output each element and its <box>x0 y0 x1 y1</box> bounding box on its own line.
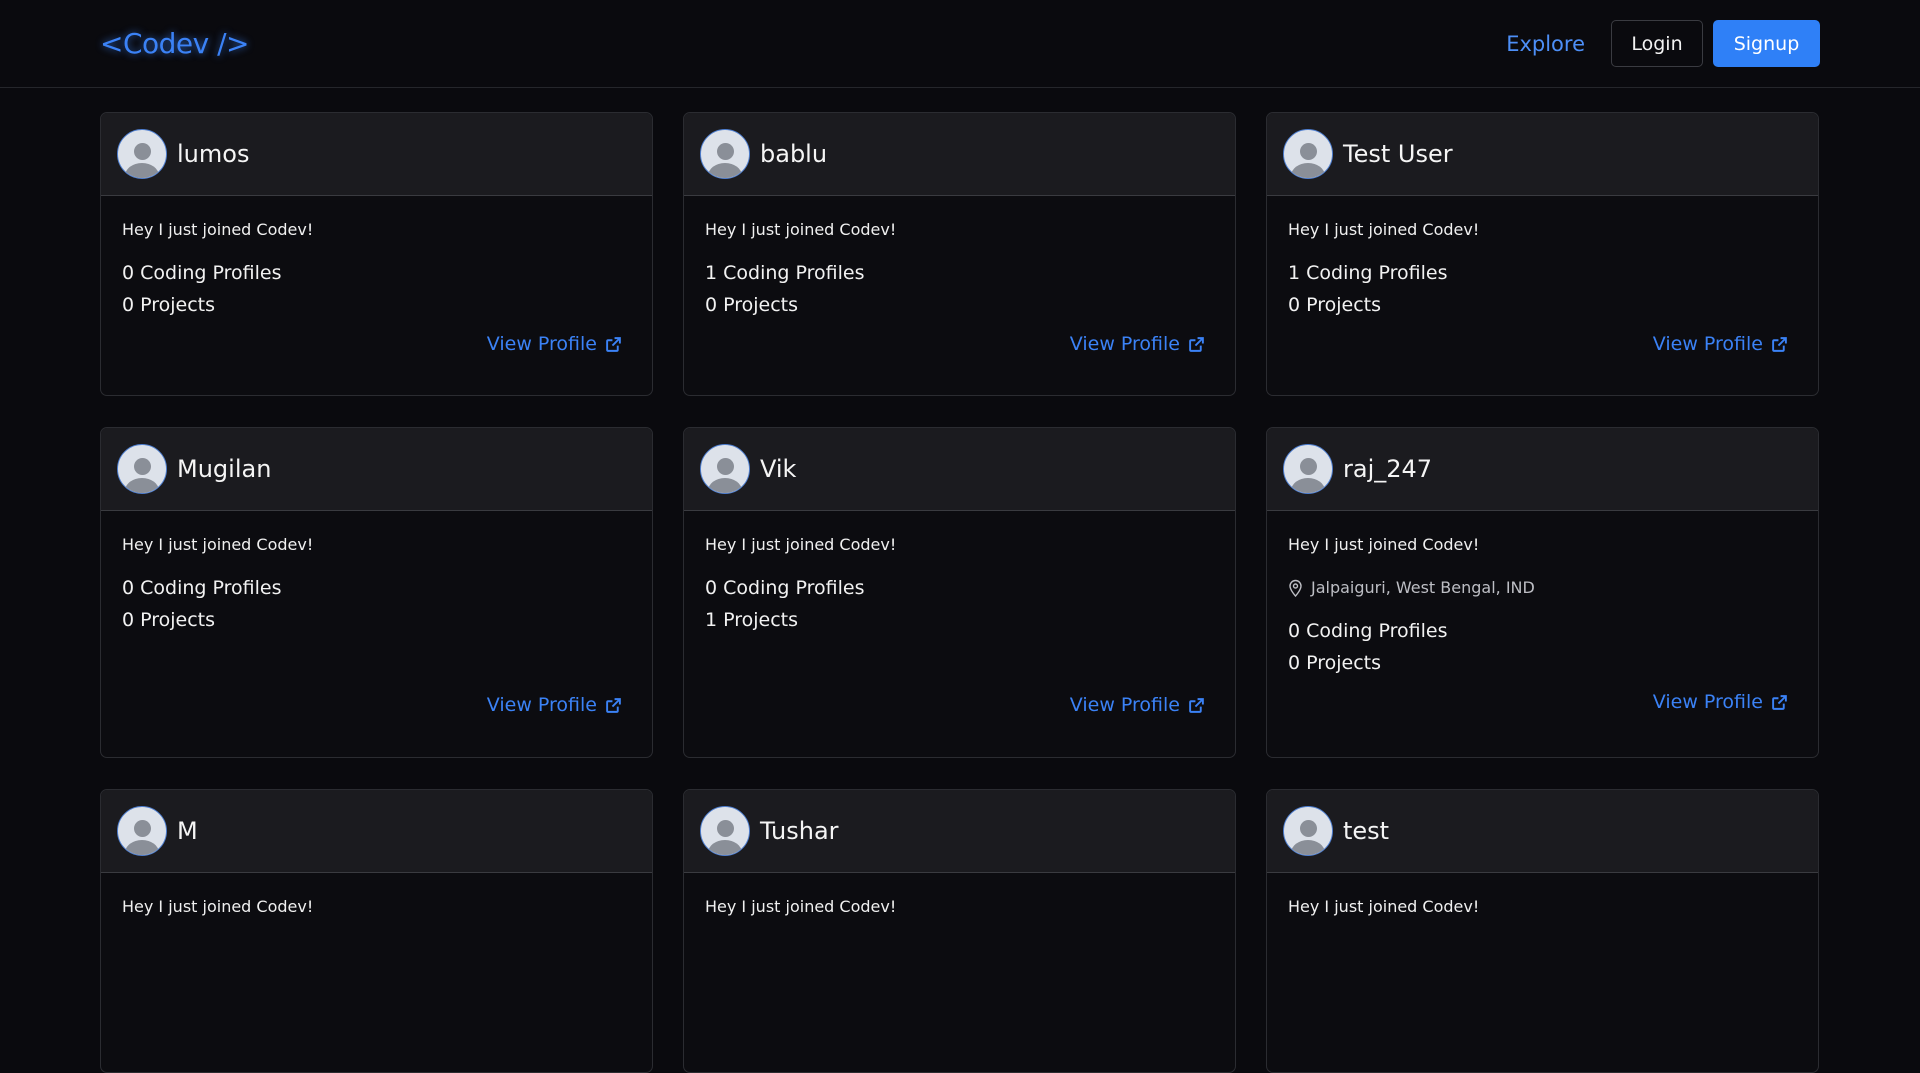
card-body: Hey I just joined Codev! <box>684 873 1235 916</box>
user-card: Tushar Hey I just joined Codev! <box>683 789 1236 1073</box>
card-header: Vik <box>684 428 1235 511</box>
view-profile-label: View Profile <box>1652 333 1763 355</box>
user-bio: Hey I just joined Codev! <box>705 220 897 239</box>
logo[interactable]: <Codev /> <box>100 27 250 60</box>
user-avatar-icon <box>700 444 750 494</box>
view-profile-link[interactable]: View Profile <box>122 333 622 355</box>
signup-button[interactable]: Signup <box>1713 20 1820 67</box>
user-bio: Hey I just joined Codev! <box>122 220 314 239</box>
coding-profiles-count: 0 Coding Profiles <box>1288 620 1448 642</box>
user-avatar-icon <box>1283 806 1333 856</box>
projects-count: 0 Projects <box>122 294 216 316</box>
card-header: M <box>101 790 652 873</box>
user-card: Mugilan Hey I just joined Codev! 0 Codin… <box>100 427 653 758</box>
card-body: Hey I just joined Codev! Jalpaiguri, Wes… <box>1267 511 1818 713</box>
user-bio: Hey I just joined Codev! <box>1288 535 1480 554</box>
user-name: raj_247 <box>1343 455 1433 483</box>
user-avatar-icon <box>117 129 167 179</box>
nav-actions: Explore Login Signup <box>1506 20 1820 67</box>
card-header: Tushar <box>684 790 1235 873</box>
user-avatar-icon <box>1283 129 1333 179</box>
view-profile-label: View Profile <box>486 333 597 355</box>
card-body: Hey I just joined Codev! 0 Coding Profil… <box>101 511 652 716</box>
view-profile-link[interactable]: View Profile <box>122 694 622 716</box>
card-header: bablu <box>684 113 1235 196</box>
user-card: lumos Hey I just joined Codev! 0 Coding … <box>100 112 653 396</box>
user-avatar-icon <box>700 806 750 856</box>
card-body: Hey I just joined Codev! 1 Coding Profil… <box>684 196 1235 355</box>
user-name: M <box>177 817 198 845</box>
coding-profiles-count: 0 Coding Profiles <box>122 262 282 284</box>
card-body: Hey I just joined Codev! 0 Coding Profil… <box>684 511 1235 716</box>
user-card: Vik Hey I just joined Codev! 0 Coding Pr… <box>683 427 1236 758</box>
card-header: Test User <box>1267 113 1818 196</box>
user-name: Vik <box>760 455 797 483</box>
user-card: test Hey I just joined Codev! <box>1266 789 1819 1073</box>
view-profile-link[interactable]: View Profile <box>1288 333 1788 355</box>
view-profile-label: View Profile <box>1069 333 1180 355</box>
view-profile-label: View Profile <box>1652 691 1763 713</box>
user-location-text: Jalpaiguri, West Bengal, IND <box>1311 578 1535 597</box>
user-card: bablu Hey I just joined Codev! 1 Coding … <box>683 112 1236 396</box>
projects-count: 0 Projects <box>1288 294 1382 316</box>
user-name: lumos <box>177 140 250 168</box>
user-name: Tushar <box>760 817 839 845</box>
view-profile-link[interactable]: View Profile <box>705 694 1205 716</box>
card-body: Hey I just joined Codev! 1 Coding Profil… <box>1267 196 1818 355</box>
card-header: Mugilan <box>101 428 652 511</box>
user-card: raj_247 Hey I just joined Codev! Jalpaig… <box>1266 427 1819 758</box>
projects-count: 0 Projects <box>122 609 216 631</box>
user-bio: Hey I just joined Codev! <box>1288 897 1480 916</box>
projects-count: 1 Projects <box>705 609 799 631</box>
navbar: <Codev /> Explore Login Signup <box>0 0 1920 88</box>
card-body: Hey I just joined Codev! <box>101 873 652 916</box>
projects-count: 0 Projects <box>1288 652 1382 674</box>
card-header: raj_247 <box>1267 428 1818 511</box>
user-card: M Hey I just joined Codev! <box>100 789 653 1073</box>
user-name: test <box>1343 817 1390 845</box>
view-profile-link[interactable]: View Profile <box>705 333 1205 355</box>
user-name: Mugilan <box>177 455 272 483</box>
external-link-icon <box>1189 336 1204 352</box>
projects-count: 0 Projects <box>705 294 799 316</box>
user-bio: Hey I just joined Codev! <box>705 897 897 916</box>
user-name: bablu <box>760 140 828 168</box>
user-avatar-icon <box>117 806 167 856</box>
user-name: Test User <box>1343 140 1453 168</box>
external-link-icon <box>1772 336 1787 352</box>
user-location: Jalpaiguri, West Bengal, IND <box>1288 578 1788 597</box>
map-pin-icon <box>1289 579 1302 597</box>
user-bio: Hey I just joined Codev! <box>122 897 314 916</box>
card-body: Hey I just joined Codev! 0 Coding Profil… <box>101 196 652 355</box>
external-link-icon <box>606 336 621 352</box>
user-card: Test User Hey I just joined Codev! 1 Cod… <box>1266 112 1819 396</box>
explore-link[interactable]: Explore <box>1506 32 1585 56</box>
card-body: Hey I just joined Codev! <box>1267 873 1818 916</box>
coding-profiles-count: 1 Coding Profiles <box>705 262 865 284</box>
user-bio: Hey I just joined Codev! <box>705 535 897 554</box>
user-bio: Hey I just joined Codev! <box>1288 220 1480 239</box>
external-link-icon <box>1772 694 1787 710</box>
user-avatar-icon <box>700 129 750 179</box>
card-header: lumos <box>101 113 652 196</box>
login-button[interactable]: Login <box>1611 20 1703 67</box>
user-bio: Hey I just joined Codev! <box>122 535 314 554</box>
user-avatar-icon <box>1283 444 1333 494</box>
view-profile-label: View Profile <box>1069 694 1180 716</box>
coding-profiles-count: 0 Coding Profiles <box>705 577 865 599</box>
external-link-icon <box>606 697 621 713</box>
coding-profiles-count: 1 Coding Profiles <box>1288 262 1448 284</box>
card-header: test <box>1267 790 1818 873</box>
coding-profiles-count: 0 Coding Profiles <box>122 577 282 599</box>
view-profile-label: View Profile <box>486 694 597 716</box>
view-profile-link[interactable]: View Profile <box>1288 691 1788 713</box>
external-link-icon <box>1189 697 1204 713</box>
user-avatar-icon <box>117 444 167 494</box>
user-card-grid: lumos Hey I just joined Codev! 0 Coding … <box>100 112 1820 1073</box>
